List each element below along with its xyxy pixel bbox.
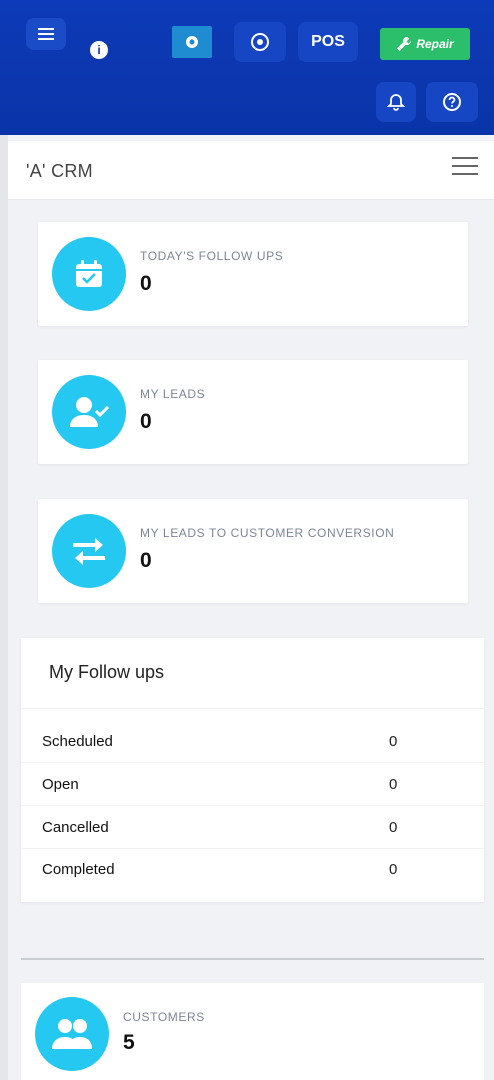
menu-icon (38, 28, 54, 40)
record-icon (186, 36, 198, 48)
notifications-button[interactable] (376, 82, 416, 122)
stat-label: TODAY'S FOLLOW UPS (140, 249, 284, 263)
pos-button[interactable]: POS (298, 22, 358, 62)
row-name: Open (42, 776, 79, 793)
repair-label: Repair (416, 37, 454, 51)
row-name: Cancelled (42, 819, 109, 836)
row-count: 0 (389, 733, 398, 750)
repair-button[interactable]: Repair (380, 28, 470, 60)
crm-header: 'A' CRM (8, 141, 494, 200)
stat-value: 0 (140, 272, 152, 295)
stat-card-todays-follow-ups[interactable]: TODAY'S FOLLOW UPS 0 (38, 222, 468, 326)
exchange-arrows-icon (52, 514, 126, 588)
row-name: Scheduled (42, 733, 113, 750)
follow-ups-title: My Follow ups (49, 662, 165, 682)
bell-icon (387, 94, 405, 111)
stat-card-customers[interactable]: CUSTOMERS 5 (21, 983, 484, 1080)
section-divider (21, 958, 484, 960)
stat-value: 0 (140, 549, 152, 572)
divider (21, 708, 484, 709)
target-button[interactable] (234, 22, 286, 62)
stat-value: 0 (140, 410, 152, 433)
hamburger-icon[interactable] (452, 157, 478, 179)
user-check-icon (52, 375, 126, 449)
calendar-check-icon (52, 237, 126, 311)
top-navbar: i POS Repair (0, 0, 494, 135)
table-row[interactable]: Scheduled 0 (21, 721, 484, 763)
table-row[interactable]: Cancelled 0 (21, 807, 484, 849)
row-name: Completed (42, 861, 115, 878)
follow-ups-panel: My Follow ups Scheduled 0 Open 0 Cancell… (21, 638, 484, 902)
left-edge (0, 135, 8, 1080)
page-title: 'A' CRM (26, 161, 93, 181)
row-count: 0 (389, 819, 398, 836)
camera-button[interactable] (172, 26, 212, 58)
table-row[interactable]: Completed 0 (21, 849, 484, 891)
menu-toggle-button[interactable] (26, 18, 66, 50)
info-icon[interactable]: i (90, 41, 108, 59)
users-icon (35, 997, 109, 1071)
wrench-icon (397, 37, 412, 51)
stat-card-my-leads[interactable]: MY LEADS 0 (38, 360, 468, 464)
stat-label: MY LEADS TO CUSTOMER CONVERSION (140, 526, 395, 540)
stat-label: MY LEADS (140, 387, 206, 401)
help-button[interactable] (426, 82, 478, 122)
help-circle-icon (443, 93, 461, 111)
table-row[interactable]: Open 0 (21, 764, 484, 806)
target-icon (251, 33, 269, 51)
row-count: 0 (389, 861, 398, 878)
stat-value: 5 (123, 1031, 135, 1054)
row-count: 0 (389, 776, 398, 793)
stat-card-leads-conversion[interactable]: MY LEADS TO CUSTOMER CONVERSION 0 (38, 499, 468, 603)
stat-label: CUSTOMERS (123, 1010, 205, 1024)
